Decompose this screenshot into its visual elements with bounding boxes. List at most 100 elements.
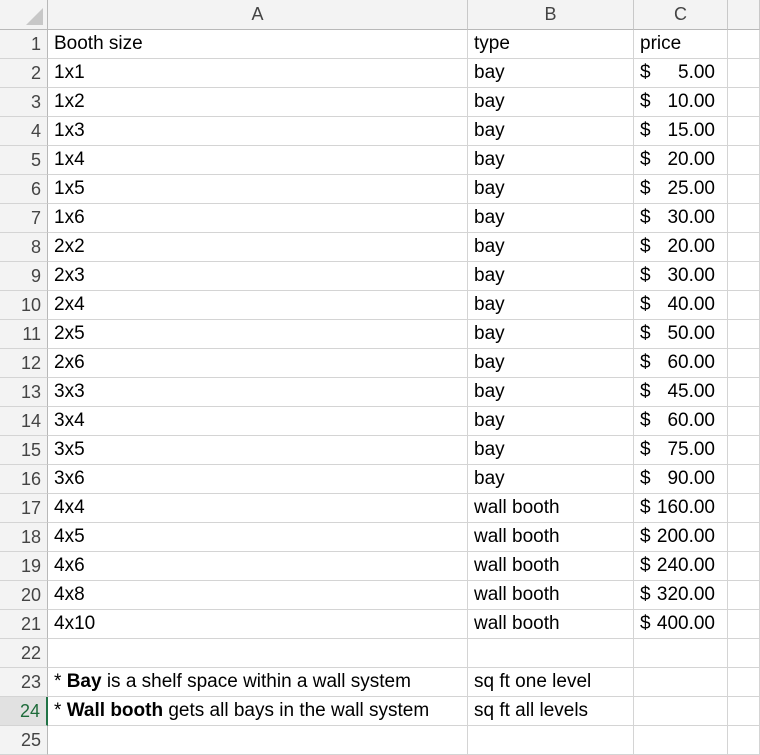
row-header[interactable]: 7	[0, 204, 48, 233]
cell-d[interactable]	[728, 262, 760, 291]
cell-a[interactable]: Booth size	[48, 30, 468, 59]
cell-c[interactable]: price	[634, 30, 728, 59]
cell-d[interactable]	[728, 204, 760, 233]
row-header[interactable]: 11	[0, 320, 48, 349]
row-header[interactable]: 4	[0, 117, 48, 146]
cell-c[interactable]	[634, 668, 728, 697]
cell-a[interactable]: 4x10	[48, 610, 468, 639]
cell-d[interactable]	[728, 378, 760, 407]
cell-b[interactable]: wall booth	[468, 523, 634, 552]
cell-b[interactable]: bay	[468, 262, 634, 291]
cell-a[interactable]: 3x5	[48, 436, 468, 465]
select-all-corner[interactable]	[0, 0, 48, 30]
cell-c[interactable]	[634, 639, 728, 668]
cell-d[interactable]	[728, 407, 760, 436]
cell-c[interactable]: $5.00	[634, 59, 728, 88]
column-header-d[interactable]	[728, 0, 760, 30]
cell-a[interactable]	[48, 726, 468, 755]
cell-b[interactable]: sq ft one level	[468, 668, 634, 697]
cell-c[interactable]: $75.00	[634, 436, 728, 465]
cell-d[interactable]	[728, 233, 760, 262]
cell-a[interactable]: 1x4	[48, 146, 468, 175]
cell-b[interactable]: bay	[468, 59, 634, 88]
cell-d[interactable]	[728, 88, 760, 117]
cell-c[interactable]: $40.00	[634, 291, 728, 320]
row-header[interactable]: 17	[0, 494, 48, 523]
cell-c[interactable]: $45.00	[634, 378, 728, 407]
row-header[interactable]: 18	[0, 523, 48, 552]
cell-c[interactable]: $320.00	[634, 581, 728, 610]
cell-d[interactable]	[728, 291, 760, 320]
row-header[interactable]: 9	[0, 262, 48, 291]
row-header[interactable]: 25	[0, 726, 48, 755]
row-header[interactable]: 21	[0, 610, 48, 639]
cell-d[interactable]	[728, 494, 760, 523]
row-header[interactable]: 23	[0, 668, 48, 697]
cell-d[interactable]	[728, 465, 760, 494]
cell-c[interactable]: $10.00	[634, 88, 728, 117]
cell-b[interactable]: bay	[468, 146, 634, 175]
cell-c[interactable]: $160.00	[634, 494, 728, 523]
cell-c[interactable]: $240.00	[634, 552, 728, 581]
cell-a[interactable]: * Wall booth gets all bays in the wall s…	[48, 697, 468, 726]
cell-d[interactable]	[728, 523, 760, 552]
cell-b[interactable]	[468, 726, 634, 755]
cell-a[interactable]: 2x2	[48, 233, 468, 262]
cell-d[interactable]	[728, 30, 760, 59]
row-header[interactable]: 24	[0, 697, 48, 726]
row-header[interactable]: 1	[0, 30, 48, 59]
cell-b[interactable]: bay	[468, 175, 634, 204]
cell-b[interactable]: bay	[468, 291, 634, 320]
cell-a[interactable]: 3x3	[48, 378, 468, 407]
cell-b[interactable]: bay	[468, 465, 634, 494]
row-header[interactable]: 20	[0, 581, 48, 610]
row-header[interactable]: 2	[0, 59, 48, 88]
cell-a[interactable]: * Bay is a shelf space within a wall sys…	[48, 668, 468, 697]
cell-d[interactable]	[728, 552, 760, 581]
cell-d[interactable]	[728, 726, 760, 755]
cell-a[interactable]: 3x6	[48, 465, 468, 494]
cell-b[interactable]: wall booth	[468, 494, 634, 523]
column-header-c[interactable]: C	[634, 0, 728, 30]
cell-a[interactable]: 4x6	[48, 552, 468, 581]
cell-c[interactable]: $90.00	[634, 465, 728, 494]
cell-a[interactable]: 4x4	[48, 494, 468, 523]
cell-d[interactable]	[728, 581, 760, 610]
cell-b[interactable]: bay	[468, 349, 634, 378]
cell-d[interactable]	[728, 175, 760, 204]
cell-c[interactable]: $30.00	[634, 262, 728, 291]
row-header[interactable]: 10	[0, 291, 48, 320]
cell-a[interactable]: 1x6	[48, 204, 468, 233]
cell-c[interactable]: $15.00	[634, 117, 728, 146]
cell-a[interactable]: 2x3	[48, 262, 468, 291]
row-header[interactable]: 5	[0, 146, 48, 175]
cell-b[interactable]: sq ft all levels	[468, 697, 634, 726]
row-header[interactable]: 14	[0, 407, 48, 436]
row-header[interactable]: 12	[0, 349, 48, 378]
row-header[interactable]: 6	[0, 175, 48, 204]
cell-a[interactable]: 1x2	[48, 88, 468, 117]
cell-d[interactable]	[728, 349, 760, 378]
cell-b[interactable]: bay	[468, 320, 634, 349]
cell-b[interactable]: bay	[468, 117, 634, 146]
row-header[interactable]: 15	[0, 436, 48, 465]
cell-d[interactable]	[728, 436, 760, 465]
cell-a[interactable]: 3x4	[48, 407, 468, 436]
cell-a[interactable]: 1x5	[48, 175, 468, 204]
row-header[interactable]: 3	[0, 88, 48, 117]
cell-a[interactable]: 2x5	[48, 320, 468, 349]
cell-d[interactable]	[728, 117, 760, 146]
row-header[interactable]: 22	[0, 639, 48, 668]
cell-a[interactable]: 4x5	[48, 523, 468, 552]
cell-d[interactable]	[728, 320, 760, 349]
row-header[interactable]: 13	[0, 378, 48, 407]
row-header[interactable]: 19	[0, 552, 48, 581]
cell-c[interactable]	[634, 726, 728, 755]
cell-d[interactable]	[728, 639, 760, 668]
cell-b[interactable]: type	[468, 30, 634, 59]
cell-b[interactable]: bay	[468, 88, 634, 117]
cell-c[interactable]: $200.00	[634, 523, 728, 552]
cell-d[interactable]	[728, 146, 760, 175]
cell-b[interactable]: bay	[468, 233, 634, 262]
cell-b[interactable]	[468, 639, 634, 668]
